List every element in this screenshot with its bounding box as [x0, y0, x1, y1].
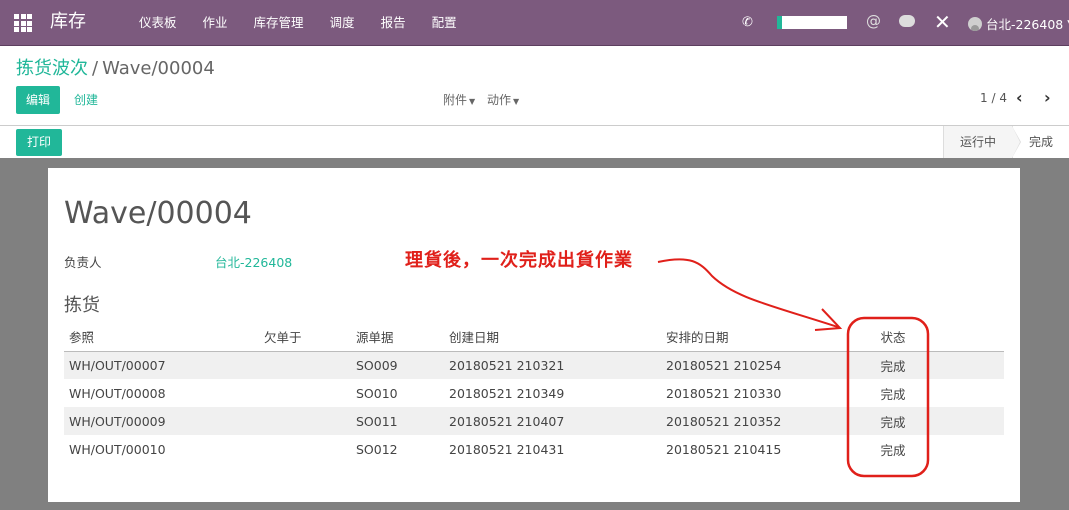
app-brand: 库存: [50, 11, 86, 32]
cell-reference: WH/OUT/00009: [64, 407, 259, 435]
cell-status: 完成: [880, 386, 906, 402]
caret-down-icon: ▼: [513, 97, 520, 106]
cell-spacer: [945, 435, 1004, 463]
col-source-document[interactable]: 源单据: [351, 322, 444, 352]
cell-spacer: [945, 379, 1004, 407]
cell-reference: WH/OUT/00008: [69, 385, 166, 401]
cell-source-document: SO009: [351, 351, 444, 379]
menu-item-scheduling[interactable]: 调度: [317, 0, 368, 46]
col-spacer: [945, 322, 1004, 352]
chevron-right-icon[interactable]: ›: [1044, 88, 1051, 107]
stage-running[interactable]: 运行中: [942, 126, 1022, 158]
menu-item-configuration[interactable]: 配置: [419, 0, 470, 46]
cell-source-document: SO012: [356, 441, 398, 457]
create-button[interactable]: 创建: [64, 86, 108, 114]
annotation-text: 理貨後，一次完成出貨作業: [405, 250, 633, 271]
cell-scheduled-date: 20180521 210254: [661, 351, 841, 379]
form-sheet: Wave/00004 负责人 台北-226408 理貨後，一次完成出貨作業 拣货…: [48, 168, 1020, 502]
pager-value[interactable]: 1 / 4: [980, 91, 1007, 105]
cell-scheduled-date: 20180521 210415: [666, 441, 782, 457]
status-bar: 打印 运行中 完成: [0, 125, 1069, 158]
phone-icon[interactable]: ✆: [742, 15, 753, 30]
cell-creation-date: 20180521 210407: [444, 407, 661, 435]
action-dropdown[interactable]: 动作 ▼: [487, 91, 519, 108]
responsible-value[interactable]: 台北-226408: [215, 252, 292, 271]
cell-spacer: [945, 351, 1004, 379]
breadcrumb-parent[interactable]: 拣货波次: [16, 58, 88, 79]
cell-creation-date: 20180521 210431: [449, 441, 565, 457]
section-title: 拣货: [64, 295, 100, 316]
cell-spacer: [945, 407, 1004, 435]
cell-status: 完成: [841, 407, 945, 435]
table-row[interactable]: WH/OUT/00009 SO011 20180521 210407 20180…: [64, 407, 1004, 435]
cell-status: 完成: [841, 351, 945, 379]
table-row[interactable]: WH/OUT/00010 SO012 20180521 210431 20180…: [64, 435, 1004, 463]
edit-button[interactable]: 编辑: [16, 86, 61, 114]
table-row[interactable]: WH/OUT/00008 SO010 20180521 210349 20180…: [64, 379, 1004, 407]
stage-bar: 运行中 完成: [942, 126, 1069, 158]
caret-down-icon: ▼: [469, 97, 476, 106]
breadcrumb-current: Wave/00004: [102, 58, 215, 79]
table-header-row: 参照 欠单于 源单据 创建日期 安排的日期 状态: [64, 322, 1004, 352]
col-reference[interactable]: 参照: [64, 322, 259, 352]
cell-backorder: [259, 407, 351, 435]
user-avatar-icon: [968, 16, 982, 31]
action-label: 动作: [487, 93, 512, 107]
at-icon[interactable]: @: [866, 12, 881, 30]
attachment-label: 附件: [443, 93, 468, 107]
close-icon[interactable]: ✕: [934, 10, 951, 34]
cell-reference: WH/OUT/00007: [64, 351, 259, 379]
user-name: 台北-226408: [986, 17, 1064, 32]
col-backorder[interactable]: 欠单于: [259, 322, 351, 352]
menu-item-operations[interactable]: 作业: [190, 0, 241, 46]
cell-backorder: [259, 351, 351, 379]
print-button[interactable]: 打印: [16, 129, 63, 156]
cell-status: 完成: [880, 442, 906, 458]
col-creation-date[interactable]: 创建日期: [444, 322, 661, 352]
user-menu[interactable]: 台北-226408 ▼: [968, 14, 1069, 33]
cell-backorder: [259, 379, 351, 407]
record-title: Wave/00004: [64, 196, 252, 231]
cell-scheduled-date: 20180521 210352: [661, 407, 841, 435]
table-row[interactable]: WH/OUT/00007 SO009 20180521 210321 20180…: [64, 351, 1004, 379]
cell-source-document: SO010: [356, 385, 398, 401]
col-scheduled-date[interactable]: 安排的日期: [661, 322, 841, 352]
apps-grid-icon[interactable]: [14, 14, 32, 32]
breadcrumb-separator: /: [92, 58, 99, 79]
responsible-label: 负责人: [64, 255, 102, 270]
cell-reference: WH/OUT/00010: [69, 441, 166, 457]
cell-backorder: [259, 435, 351, 463]
breadcrumb: 拣货波次 / Wave/00004: [16, 57, 215, 81]
cell-source-document: SO011: [351, 407, 444, 435]
menu-item-inventory-control[interactable]: 库存管理: [241, 0, 317, 46]
cell-creation-date: 20180521 210349: [449, 385, 565, 401]
pickings-table: 参照 欠单于 源单据 创建日期 安排的日期 状态 WH/OUT/00007 SO…: [64, 322, 1004, 463]
chevron-left-icon[interactable]: ‹: [1016, 88, 1023, 107]
col-status[interactable]: 状态: [841, 322, 945, 352]
attachment-dropdown[interactable]: 附件 ▼: [443, 91, 475, 108]
menu-item-dashboard[interactable]: 仪表板: [126, 0, 190, 46]
chat-icon[interactable]: [899, 15, 915, 27]
cell-scheduled-date: 20180521 210330: [666, 385, 782, 401]
quick-search-bar[interactable]: [777, 16, 847, 29]
main-menu: 仪表板 作业 库存管理 调度 报告 配置: [126, 0, 470, 46]
menu-item-reports[interactable]: 报告: [368, 0, 419, 46]
cell-creation-date: 20180521 210321: [444, 351, 661, 379]
top-navbar: 库存 仪表板 作业 库存管理 调度 报告 配置 ✆ @ ✕ 台北-226408 …: [0, 0, 1069, 46]
